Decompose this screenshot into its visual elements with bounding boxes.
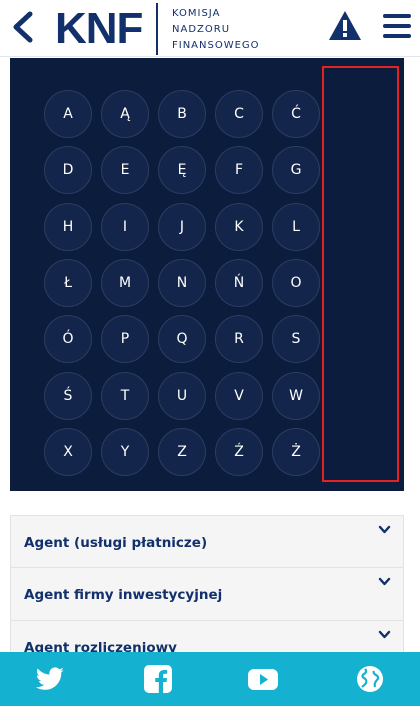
- logo-divider: [156, 3, 158, 55]
- letter-button[interactable]: O: [272, 259, 320, 307]
- letter-button[interactable]: M: [101, 259, 149, 307]
- letter-button[interactable]: I: [101, 203, 149, 251]
- letter-button[interactable]: D: [44, 146, 92, 194]
- letter-button[interactable]: Z: [158, 428, 206, 476]
- chevron-down-icon: [378, 577, 391, 586]
- alphabet-index-panel: AĄBCĆ DEĘFG HIJKL ŁMNŃO ÓPQRS ŚTUVW XYZŹŻ: [10, 58, 404, 491]
- accordion-list: Agent (usługi płatnicze) Agent firmy inw…: [10, 515, 404, 674]
- letter-button[interactable]: Ź: [215, 428, 263, 476]
- accordion-item-label: Agent firmy inwestycyjnej: [24, 587, 223, 603]
- chevron-left-icon[interactable]: [8, 10, 38, 44]
- letter-button[interactable]: X: [44, 428, 92, 476]
- letter-button[interactable]: R: [215, 315, 263, 363]
- letter-button[interactable]: F: [215, 146, 263, 194]
- letter-button[interactable]: Ą: [101, 90, 149, 138]
- highlight-box: [322, 66, 399, 482]
- logo-line: NADZORU: [172, 24, 231, 35]
- letter-button[interactable]: W: [272, 372, 320, 420]
- facebook-icon[interactable]: [143, 665, 173, 693]
- twitter-icon[interactable]: [36, 665, 66, 693]
- letter-button[interactable]: Y: [101, 428, 149, 476]
- letter-button[interactable]: A: [44, 90, 92, 138]
- letter-button[interactable]: U: [158, 372, 206, 420]
- warning-icon[interactable]: [328, 10, 362, 42]
- letter-button[interactable]: S: [272, 315, 320, 363]
- letter-button[interactable]: N: [158, 259, 206, 307]
- letter-button[interactable]: B: [158, 90, 206, 138]
- letter-button[interactable]: Ś: [44, 372, 92, 420]
- logo-line: FINANSOWEGO: [172, 40, 260, 51]
- letter-button[interactable]: T: [101, 372, 149, 420]
- accordion-item[interactable]: Agent (usługi płatnicze): [10, 515, 404, 568]
- letter-button[interactable]: J: [158, 203, 206, 251]
- accordion-item-label: Agent (usługi płatnicze): [24, 535, 208, 551]
- letter-button[interactable]: G: [272, 146, 320, 194]
- chevron-down-icon: [378, 630, 391, 639]
- letter-button[interactable]: K: [215, 203, 263, 251]
- letter-button[interactable]: Q: [158, 315, 206, 363]
- logo-text: KOMISJA NADZORU FINANSOWEGO: [172, 6, 260, 54]
- letter-button[interactable]: Ó: [44, 315, 92, 363]
- header: KNF KOMISJA NADZORU FINANSOWEGO: [0, 0, 420, 57]
- letter-button[interactable]: Ń: [215, 259, 263, 307]
- hamburger-menu-icon[interactable]: [382, 12, 412, 40]
- letter-button[interactable]: Ć: [272, 90, 320, 138]
- logo-abbreviation[interactable]: KNF: [55, 7, 143, 51]
- accordion-item[interactable]: Agent firmy inwestycyjnej: [10, 568, 404, 621]
- globe-icon[interactable]: [355, 665, 385, 693]
- letter-button[interactable]: H: [44, 203, 92, 251]
- letter-button[interactable]: Ł: [44, 259, 92, 307]
- letter-button[interactable]: V: [215, 372, 263, 420]
- letter-button[interactable]: Ż: [272, 428, 320, 476]
- chevron-down-icon: [378, 525, 391, 534]
- letter-button[interactable]: Ę: [158, 146, 206, 194]
- logo-line: KOMISJA: [172, 8, 221, 19]
- youtube-icon[interactable]: [248, 665, 278, 693]
- page: KNF KOMISJA NADZORU FINANSOWEGO AĄBCĆDEĘ…: [0, 0, 420, 706]
- letter-button[interactable]: L: [272, 203, 320, 251]
- social-bar: [0, 652, 420, 706]
- letter-button[interactable]: C: [215, 90, 263, 138]
- letter-button[interactable]: E: [101, 146, 149, 194]
- letter-button[interactable]: P: [101, 315, 149, 363]
